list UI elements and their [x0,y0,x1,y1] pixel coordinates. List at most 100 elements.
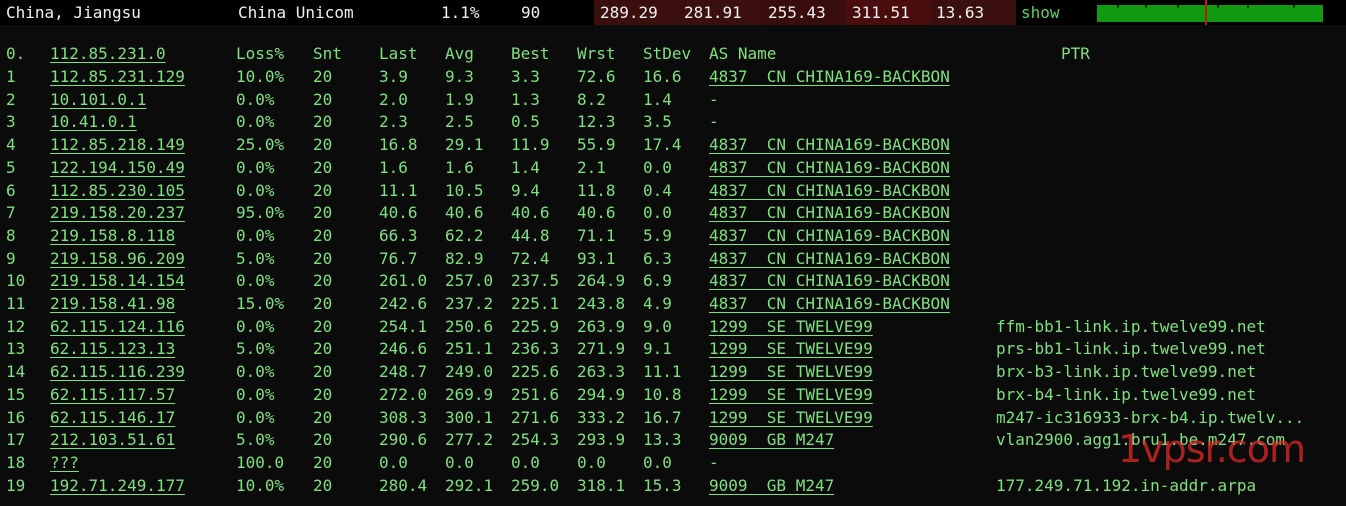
table-row: 7 219.158.20.237 95.0% 20 40.6 40.6 40.6 40.6 0.… [0,201,1346,224]
table-row: 1 112.85.231.129 10.0% 20 3.9 9.3 3.3 72.6 16.6 4… [0,65,1346,88]
hop-as-name[interactable]: 1299 SE TWELVE99 [709,383,873,406]
hop-host[interactable]: 62.115.123.13 [50,337,175,360]
hop-host[interactable]: 112.85.231.129 [50,65,185,88]
hop-host[interactable]: 62.115.116.239 [50,360,185,383]
isp-label: China Unicom [238,3,354,22]
table-row: 12 62.115.124.116 0.0% 20 254.1 250.6 225.9 263… [0,315,1346,338]
hop-host[interactable]: 112.85.218.149 [50,133,185,156]
hop-as-name[interactable]: 4837 CN CHINA169-BACKBON [709,224,950,247]
hop-last: 248.7 [379,362,428,382]
hop-stdev: 6.3 [643,248,672,268]
hop-loss: 0.0% [236,384,275,404]
hop-host[interactable]: 62.115.117.57 [50,383,175,406]
hop-host[interactable]: ??? [50,451,79,474]
hop-as-name[interactable]: 1299 SE TWELVE99 [709,360,873,383]
hop-stdev: 0.0 [643,203,672,223]
hop-host[interactable]: 10.101.0.1 [50,88,146,111]
hop-host[interactable]: 10.41.0.1 [50,110,137,133]
hop-as-name[interactable]: 1299 SE TWELVE99 [709,337,873,360]
hop-host[interactable]: 219.158.41.98 [50,292,175,315]
hop-avg: 29.1 [445,135,484,155]
hop-ptr: vlan2900.agg1.bru1.be.m247.com [996,430,1285,450]
hop-stdev: 5.9 [643,225,672,245]
hop-last: 3.9 [379,67,408,86]
hop-avg: 277.2 [445,430,494,450]
hop-host[interactable]: 212.103.51.61 [50,428,175,451]
hop-avg: 62.2 [445,225,484,245]
hop-avg: 1.9 [445,89,474,109]
hop-as-name: - [709,452,719,472]
hop-as-name[interactable]: 4837 CN CHINA169-BACKBON [709,156,950,179]
hop-index: 8 [6,225,16,245]
hop-index: 12 [6,316,26,336]
hop-stdev: 16.7 [643,407,682,427]
hop-avg: 10.5 [445,180,484,200]
hop-as-name[interactable]: 4837 CN CHINA169-BACKBON [709,179,950,202]
hop-loss: 0.0% [236,407,275,427]
table-header: 0. 112.85.231.0 Loss% Snt Last Avg Best … [0,42,1346,65]
hop-avg: 1.6 [445,157,474,177]
hop-sent: 20 [313,180,333,200]
hop-host[interactable]: 219.158.20.237 [50,201,185,224]
hop-sent: 20 [313,67,333,86]
hop-host[interactable]: 219.158.8.118 [50,224,175,247]
hop-last: 1.6 [379,157,408,177]
hop-index: 1 [6,67,16,86]
hop-sent: 20 [313,362,333,382]
col-ptr: PTR [1061,44,1090,63]
hop-best: 40.6 [511,203,550,223]
hop-index: 11 [6,294,26,313]
latency-graph[interactable] [1097,0,1323,25]
hop-index: 5 [6,157,16,177]
hop-stdev: 9.1 [643,339,672,359]
hop-sent: 20 [313,248,333,268]
hop-sent: 20 [313,112,333,132]
table-row: 9 219.158.96.209 5.0% 20 76.7 82.9 72.4 93.1 6.3… [0,247,1346,270]
hop-as-name[interactable]: 9009 GB M247 [709,428,834,451]
hop-as-name[interactable]: 1299 SE TWELVE99 [709,406,873,429]
hop-stdev: 9.0 [643,316,672,336]
hop-as-name[interactable]: 4837 CN CHINA169-BACKBON [709,65,950,88]
hop-host[interactable]: 192.71.249.177 [50,474,185,497]
col-best: Best [511,44,550,63]
hop-host[interactable]: 112.85.230.105 [50,179,185,202]
table-row: 2 10.101.0.1 0.0% 20 2.0 1.9 1.3 8.2 1.4 - [0,88,1346,111]
hop-as-name[interactable]: 4837 CN CHINA169-BACKBON [709,201,950,224]
hop-worst: 318.1 [577,475,626,495]
hop-avg: 237.2 [445,294,494,313]
hop-avg: 9.3 [445,67,474,86]
hop-last: 272.0 [379,384,428,404]
col-idx: 0. [6,44,26,63]
hop-sent: 20 [313,316,333,336]
hop-host[interactable]: 219.158.14.154 [50,269,185,292]
hop-as-name[interactable]: 9009 GB M247 [709,474,834,497]
summary-sent: 90 [521,3,541,22]
col-snt: Snt [313,44,342,63]
hop-as-name[interactable]: 4837 CN CHINA169-BACKBON [709,269,950,292]
table-row: 14 62.115.116.239 0.0% 20 248.7 249.0 225.6 263… [0,360,1346,383]
hop-host[interactable]: 219.158.96.209 [50,247,185,270]
hop-loss: 0.0% [236,157,275,177]
hop-loss: 0.0% [236,89,275,109]
hop-avg: 257.0 [445,271,494,291]
hop-best: 271.6 [511,407,560,427]
col-host[interactable]: 112.85.231.0 [50,42,166,65]
hop-as-name[interactable]: 4837 CN CHINA169-BACKBON [709,247,950,270]
hop-host[interactable]: 62.115.124.116 [50,315,185,338]
hop-stdev: 16.6 [643,67,682,86]
hop-stdev: 0.0 [643,157,672,177]
hop-last: 242.6 [379,294,428,313]
table-row: 4 112.85.218.149 25.0% 20 16.8 29.1 11.9 55.9 17… [0,133,1346,156]
col-stdev: StDev [643,44,692,63]
hop-loss: 5.0% [236,430,275,450]
hop-as-name[interactable]: 4837 CN CHINA169-BACKBON [709,292,950,315]
hop-as-name[interactable]: 1299 SE TWELVE99 [709,315,873,338]
show-link[interactable]: show [1021,0,1060,25]
hop-host[interactable]: 122.194.150.49 [50,156,185,179]
hop-host[interactable]: 62.115.146.17 [50,406,175,429]
hop-sent: 20 [313,157,333,177]
hop-index: 3 [6,112,16,132]
hop-as-name[interactable]: 4837 CN CHINA169-BACKBON [709,133,950,156]
location-label: China, Jiangsu [6,3,141,22]
hop-worst: 294.9 [577,384,626,404]
